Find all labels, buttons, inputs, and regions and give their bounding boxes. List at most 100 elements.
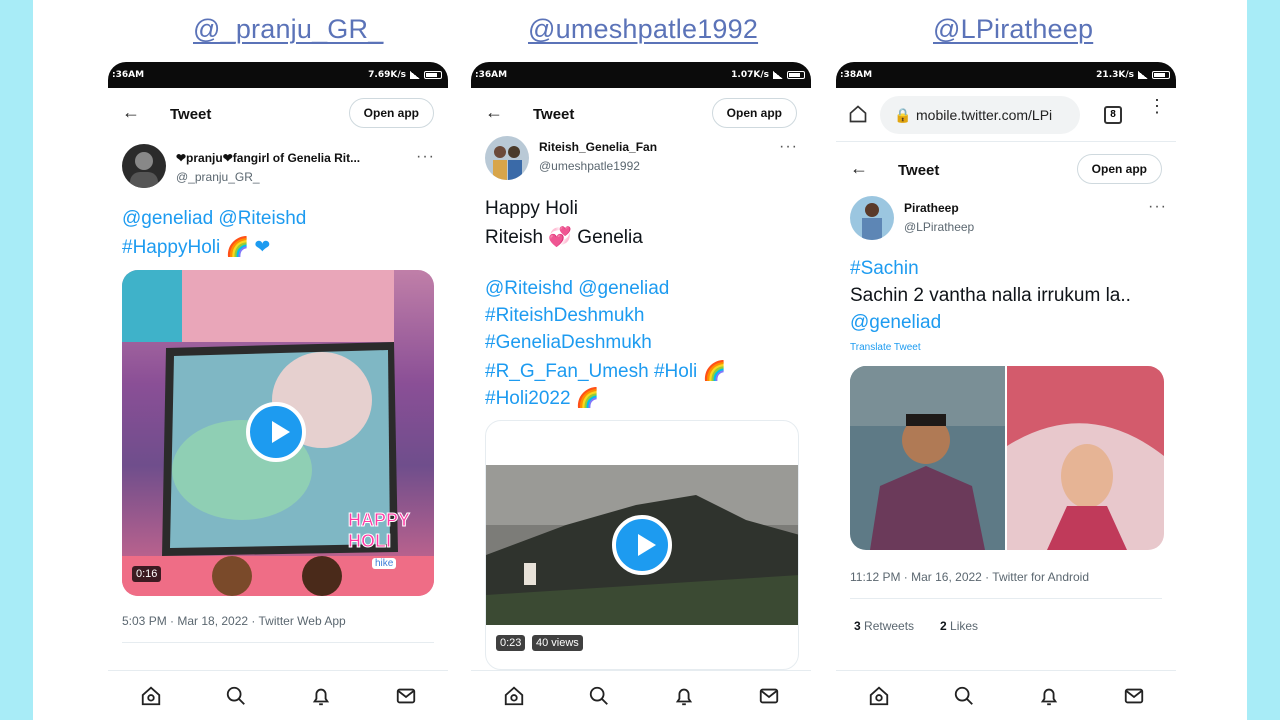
open-app-button[interactable]: Open app [711,98,797,128]
avatar[interactable] [485,136,529,180]
tweet-meta[interactable]: 5:03 PM · Mar 18, 2022 · Twitter Web App [122,614,346,628]
search-icon[interactable] [579,676,619,716]
header-handle-3[interactable]: @LPiratheep [933,14,1093,45]
avatar-image [130,152,158,188]
sticker-sub: hike [372,558,397,569]
bell-icon[interactable] [1029,676,1069,716]
lock-icon: 🔒 [894,107,912,123]
more-options-icon[interactable]: ··· [1148,198,1167,216]
tweet-text-line[interactable]: @Riteishd @geneliad [485,278,669,300]
bottom-nav [471,670,811,720]
tweet-text-line[interactable]: #RiteishDeshmukh [485,305,644,327]
tweet-header: ← Tweet Open app [471,92,811,136]
tweet-meta[interactable]: 11:12 PM · Mar 16, 2022 · Twitter for An… [850,570,1089,584]
home-icon[interactable] [494,676,534,716]
page-title: Tweet [533,106,575,123]
tweet-image-grid [850,366,1164,550]
back-arrow-icon[interactable]: ← [850,158,868,179]
tweet-video[interactable]: 0:23 40 views [485,420,799,670]
url-text: mobile.twitter.com/LPi [916,107,1053,123]
tweet-text-line[interactable]: #HappyHoli 🌈 ❤ [122,235,270,259]
user-handle[interactable]: @_pranju_GR_ [176,170,260,184]
phone-1: :36AM 7.69K/s ← Tweet Open app ❤pranju❤f… [108,62,448,720]
status-indicators: 21.3K/s [1096,70,1170,80]
header-handle-1[interactable]: @_pranju_GR_ [193,14,383,45]
retweets-label: Retweets [864,619,915,633]
bell-icon[interactable] [664,676,704,716]
header-handle-2[interactable]: @umeshpatle1992 [528,14,758,45]
tab-count-button[interactable]: 8 [1104,106,1122,124]
search-icon[interactable] [944,676,984,716]
likes-stat[interactable]: 2 Likes [940,619,978,633]
avatar[interactable] [850,196,894,240]
mail-icon[interactable] [386,676,426,716]
battery-icon [424,71,442,79]
browser-bar: 🔒 mobile.twitter.com/LPi 8 ⋮ [836,88,1176,142]
avatar[interactable] [122,144,166,188]
signal-icon [773,71,783,79]
signal-icon [1138,71,1148,79]
status-indicators: 7.69K/s [368,70,442,80]
tweet-text-line[interactable]: #Sachin [850,258,919,280]
avatar-image [493,146,522,180]
avatar-image [862,203,882,240]
user-handle[interactable]: @LPiratheep [904,220,974,234]
divider [122,642,434,643]
status-time: :36AM [112,70,145,80]
network-speed: 7.69K/s [368,70,406,80]
likes-label: Likes [950,619,979,633]
tweet-text-line[interactable]: @geneliad @Riteishd [122,208,306,230]
browser-menu-icon[interactable]: ⋮ [1148,97,1166,115]
tweet-text-line[interactable]: #Holi2022 🌈 [485,386,600,410]
phone-2: :36AM 1.07K/s ← Tweet Open app Riteish_G… [471,62,811,720]
network-speed: 1.07K/s [731,70,769,80]
battery-icon [787,71,805,79]
more-options-icon[interactable]: ··· [779,138,798,156]
status-bar: :36AM 7.69K/s [108,62,448,88]
page-title: Tweet [170,106,212,123]
tweet-text-line: Sachin 2 vantha nalla irrukum la.. [850,285,1131,306]
retweets-count: 3 [854,619,861,633]
likes-count: 2 [940,619,947,633]
browser-home-icon[interactable] [848,104,868,129]
user-handle[interactable]: @umeshpatle1992 [539,159,640,173]
back-arrow-icon[interactable]: ← [485,102,503,123]
status-bar: :36AM 1.07K/s [471,62,811,88]
tweet-text-line[interactable]: #GeneliaDeshmukh [485,332,652,354]
status-time: :36AM [475,70,508,80]
divider [850,598,1162,599]
tweet-video[interactable]: 0:16 HAPPY HOLI hike [122,270,434,596]
user-name[interactable]: Riteish_Genelia_Fan [539,140,657,154]
home-icon[interactable] [859,676,899,716]
play-button[interactable] [246,402,306,462]
tweet-image-2[interactable] [1007,366,1164,550]
sticker-text: HAPPY HOLI [348,510,411,552]
user-name[interactable]: Piratheep [904,201,959,215]
open-app-button[interactable]: Open app [1076,154,1162,184]
video-duration: 0:16 [132,566,162,582]
tweet-image-1[interactable] [850,366,1005,550]
retweets-stat[interactable]: 3 Retweets [854,619,914,633]
status-bar: :38AM 21.3K/s [836,62,1176,88]
holi-sticker: HAPPY HOLI hike [348,510,428,580]
back-arrow-icon[interactable]: ← [122,102,140,123]
user-name[interactable]: ❤pranju❤fangirl of Genelia Rit... [176,151,360,165]
page-title: Tweet [898,162,940,179]
tweet-text-line[interactable]: #R_G_Fan_Umesh #Holi 🌈 [485,359,726,383]
tweet-header: ← Tweet Open app [836,148,1176,192]
play-button[interactable] [612,515,672,575]
tweet-text-line[interactable]: @geneliad [850,312,941,334]
video-views: 40 views [532,635,583,651]
open-app-button[interactable]: Open app [348,98,434,128]
mail-icon[interactable] [1114,676,1154,716]
more-options-icon[interactable]: ··· [416,148,435,166]
bell-icon[interactable] [301,676,341,716]
bottom-nav [108,670,448,720]
url-field[interactable]: 🔒 mobile.twitter.com/LPi [880,96,1080,134]
mail-icon[interactable] [749,676,789,716]
phone-3: :38AM 21.3K/s 🔒 mobile.twitter.com/LPi 8… [836,62,1176,720]
translate-link[interactable]: Translate Tweet [850,342,921,353]
search-icon[interactable] [216,676,256,716]
home-icon[interactable] [131,676,171,716]
battery-icon [1152,71,1170,79]
